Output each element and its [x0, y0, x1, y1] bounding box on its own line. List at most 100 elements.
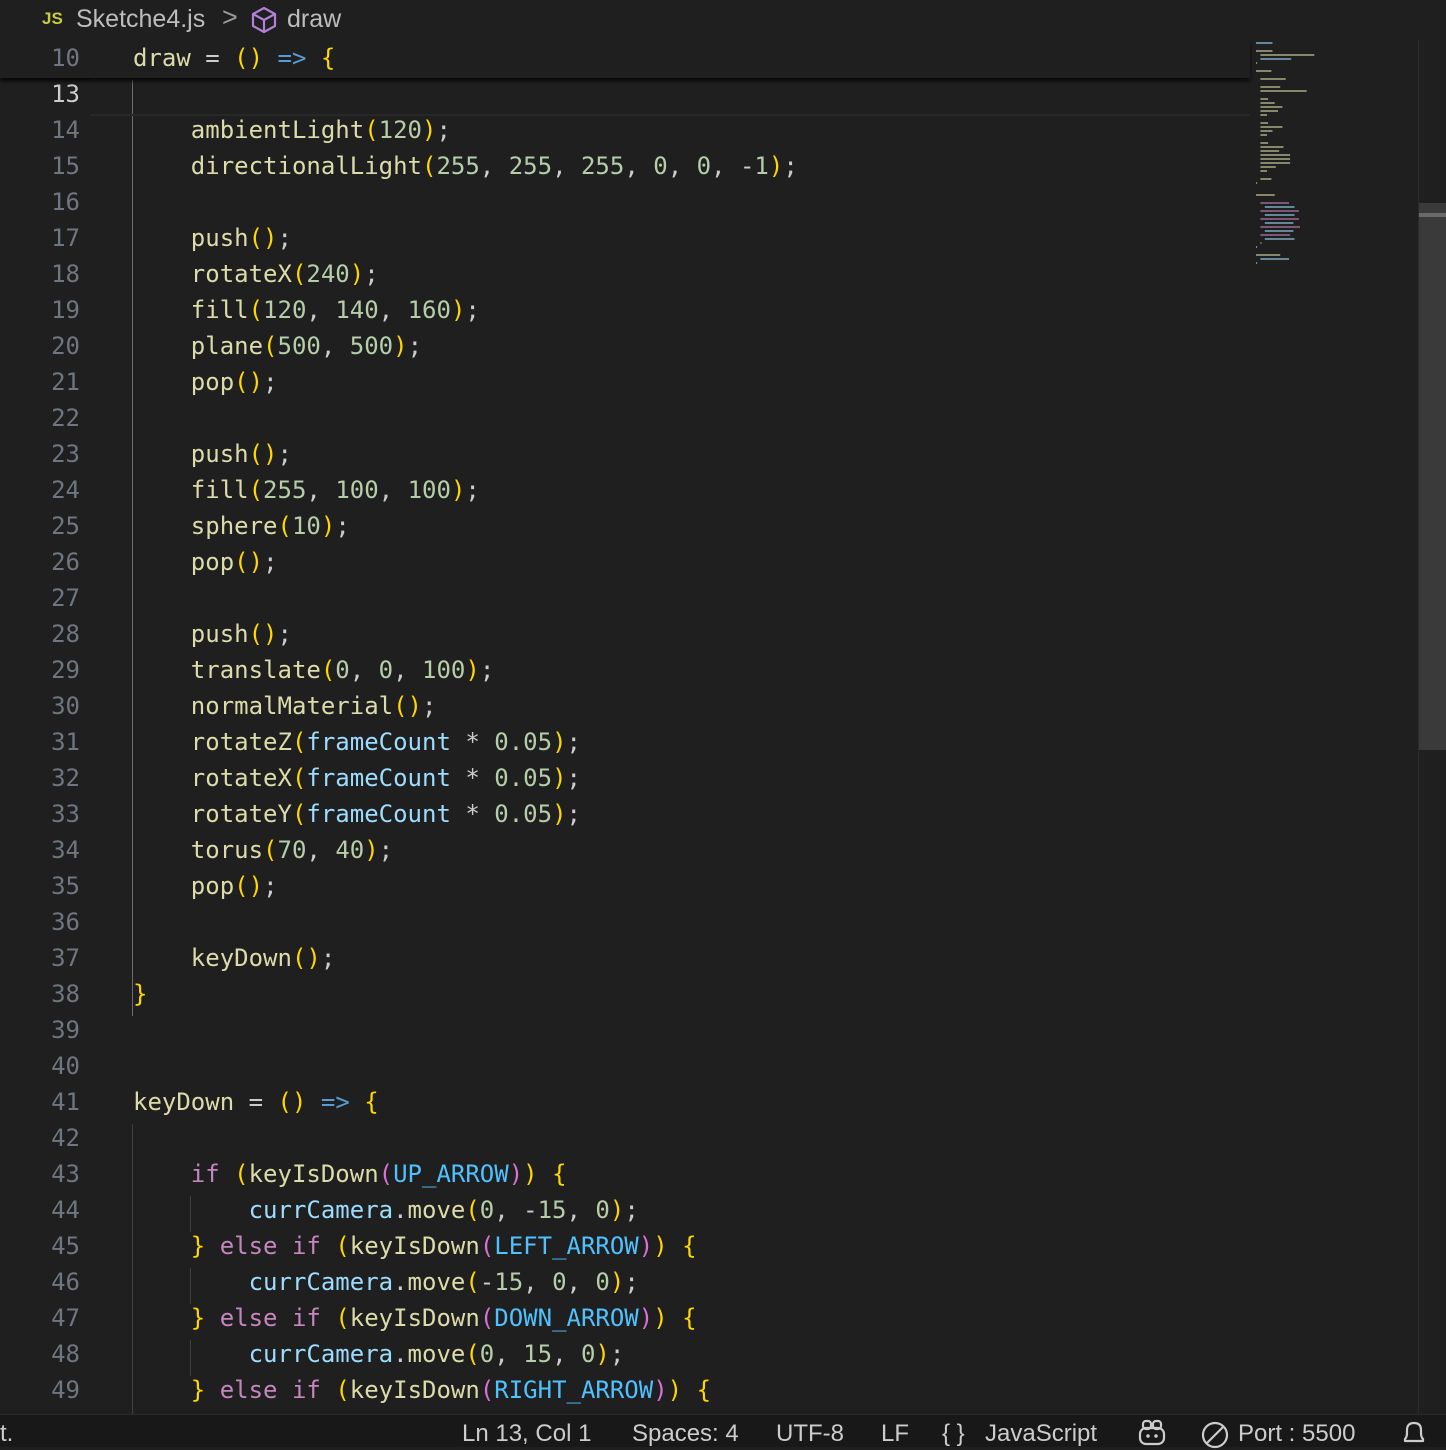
minimap-line [1260, 162, 1291, 164]
status-encoding[interactable]: UTF-8 [776, 1420, 844, 1448]
code-line[interactable]: 28 push(); [0, 616, 1250, 652]
code-text[interactable]: } else if (keyIsDown(LEFT_ARROW)) { [133, 1231, 697, 1261]
code-line[interactable]: 49 } else if (keyIsDown(RIGHT_ARROW)) { [0, 1372, 1250, 1408]
minimap-line [1260, 234, 1291, 236]
code-line[interactable]: 46 currCamera.move(-15, 0, 0); [0, 1264, 1250, 1300]
code-line[interactable]: 48 currCamera.move(0, 15, 0); [0, 1336, 1250, 1372]
code-line[interactable]: 36 [0, 904, 1250, 940]
code-text[interactable]: sphere(10); [133, 511, 350, 541]
code-text[interactable]: translate(0, 0, 100); [133, 655, 494, 685]
code-text[interactable]: pop(); [133, 367, 278, 397]
code-line[interactable]: 43 if (keyIsDown(UP_ARROW)) { [0, 1156, 1250, 1192]
code-text[interactable]: fill(120, 140, 160); [133, 295, 480, 325]
code-text[interactable]: normalMaterial(); [133, 691, 437, 721]
minimap-line [1256, 62, 1258, 64]
code-line[interactable]: 30 normalMaterial(); [0, 688, 1250, 724]
code-line[interactable]: 16 [0, 184, 1250, 220]
minimap-line [1256, 262, 1258, 264]
status-indentation[interactable]: Spaces: 4 [632, 1420, 739, 1448]
minimap-line [1260, 86, 1281, 88]
breadcrumb: JS Sketche4.js > draw [0, 0, 1446, 40]
status-eol[interactable]: LF [881, 1420, 909, 1448]
line-number: 16 [51, 188, 80, 216]
code-text[interactable]: torus(70, 40); [133, 835, 393, 865]
code-line[interactable]: 32 rotateX(frameCount * 0.05); [0, 760, 1250, 796]
code-line[interactable]: 41 keyDown = () => { [0, 1084, 1250, 1120]
code-text[interactable]: rotateX(240); [133, 259, 379, 289]
sticky-scroll-header[interactable]: 10 draw = () => { [0, 40, 1250, 78]
minimap-line [1260, 58, 1292, 60]
code-line[interactable]: 18 rotateX(240); [0, 256, 1250, 292]
code-line[interactable]: 22 [0, 400, 1250, 436]
code-line[interactable]: 24 fill(255, 100, 100); [0, 472, 1250, 508]
code-line[interactable]: 47 } else if (keyIsDown(DOWN_ARROW)) { [0, 1300, 1250, 1336]
code-line[interactable]: 25 sphere(10); [0, 508, 1250, 544]
code-text[interactable]: } [133, 979, 147, 1009]
code-text[interactable]: directionalLight(255, 255, 255, 0, 0, -1… [133, 151, 798, 181]
code-line[interactable]: 15 directionalLight(255, 255, 255, 0, 0,… [0, 148, 1250, 184]
code-text[interactable]: plane(500, 500); [133, 331, 422, 361]
code-text[interactable]: currCamera.move(-15, 0, 0); [133, 1267, 639, 1297]
code-line[interactable]: 34 torus(70, 40); [0, 832, 1250, 868]
code-line[interactable]: 44 currCamera.move(0, -15, 0); [0, 1192, 1250, 1228]
code-line[interactable]: 40 [0, 1048, 1250, 1084]
status-truncated-item[interactable]: t. [0, 1420, 13, 1448]
breadcrumb-symbol[interactable]: draw [287, 5, 341, 34]
code-text[interactable]: push(); [133, 439, 292, 469]
code-line[interactable]: 23 push(); [0, 436, 1250, 472]
code-line[interactable]: 21 pop(); [0, 364, 1250, 400]
code-text[interactable]: } else if (keyIsDown(RIGHT_ARROW)) { [133, 1375, 711, 1405]
status-cursor-position[interactable]: Ln 13, Col 1 [462, 1420, 591, 1448]
code-line[interactable]: 33 rotateY(frameCount * 0.05); [0, 796, 1250, 832]
minimap-line [1260, 154, 1291, 156]
code-line[interactable]: 37 keyDown(); [0, 940, 1250, 976]
minimap-line [1260, 166, 1276, 168]
code-editor[interactable]: 13 14 ambientLight(120); 15 directionalLig… [0, 40, 1418, 1414]
status-language[interactable]: JavaScript [985, 1420, 1097, 1448]
code-text[interactable]: currCamera.move(0, 15, 0); [133, 1339, 625, 1369]
code-line[interactable]: 45 } else if (keyIsDown(LEFT_ARROW)) { [0, 1228, 1250, 1264]
code-line[interactable]: 26 pop(); [0, 544, 1250, 580]
minimap[interactable] [1252, 40, 1418, 290]
vertical-scrollbar[interactable] [1418, 40, 1446, 1414]
code-line[interactable]: 27 [0, 580, 1250, 616]
line-number: 49 [51, 1376, 80, 1404]
code-line[interactable]: 38} [0, 976, 1250, 1012]
code-text[interactable]: pop(); [133, 871, 278, 901]
line-number: 24 [51, 476, 80, 504]
code-text[interactable]: rotateY(frameCount * 0.05); [133, 799, 581, 829]
code-line[interactable]: 42 [0, 1120, 1250, 1156]
bell-icon[interactable] [1400, 1419, 1428, 1447]
code-line[interactable]: 29 translate(0, 0, 100); [0, 652, 1250, 688]
code-text[interactable]: keyDown = () => { [133, 1087, 379, 1117]
code-text[interactable]: ambientLight(120); [133, 115, 451, 145]
code-text[interactable]: rotateX(frameCount * 0.05); [133, 763, 581, 793]
code-text[interactable]: fill(255, 100, 100); [133, 475, 480, 505]
copilot-icon[interactable] [1136, 1419, 1168, 1447]
minimap-line [1256, 70, 1272, 72]
code-text[interactable]: } else if (keyIsDown(DOWN_ARROW)) { [133, 1303, 697, 1333]
sticky-code-line[interactable]: draw = () => { [133, 43, 335, 73]
breadcrumb-file[interactable]: Sketche4.js [76, 5, 205, 34]
code-line[interactable]: 19 fill(120, 140, 160); [0, 292, 1250, 328]
code-line[interactable]: 17 push(); [0, 220, 1250, 256]
code-text[interactable]: keyDown(); [133, 943, 336, 973]
code-line[interactable]: 35 pop(); [0, 868, 1250, 904]
code-line[interactable]: 14 ambientLight(120); [0, 112, 1250, 148]
code-text[interactable]: currCamera.move(0, -15, 0); [133, 1195, 639, 1225]
code-text[interactable]: rotateZ(frameCount * 0.05); [133, 727, 581, 757]
code-text[interactable]: pop(); [133, 547, 278, 577]
code-text[interactable]: push(); [133, 223, 292, 253]
line-number: 47 [51, 1304, 80, 1332]
minimap-line [1260, 130, 1273, 132]
code-line[interactable]: 31 rotateZ(frameCount * 0.05); [0, 724, 1250, 760]
status-live-server-port[interactable]: Port : 5500 [1238, 1420, 1355, 1448]
code-text[interactable]: push(); [133, 619, 292, 649]
line-number: 37 [51, 944, 80, 972]
code-text[interactable]: if (keyIsDown(UP_ARROW)) { [133, 1159, 567, 1189]
code-line[interactable]: 39 [0, 1012, 1250, 1048]
code-line[interactable]: 20 plane(500, 500); [0, 328, 1250, 364]
line-number: 29 [51, 656, 80, 684]
scrollbar-thumb[interactable] [1419, 203, 1446, 750]
line-number: 21 [51, 368, 80, 396]
